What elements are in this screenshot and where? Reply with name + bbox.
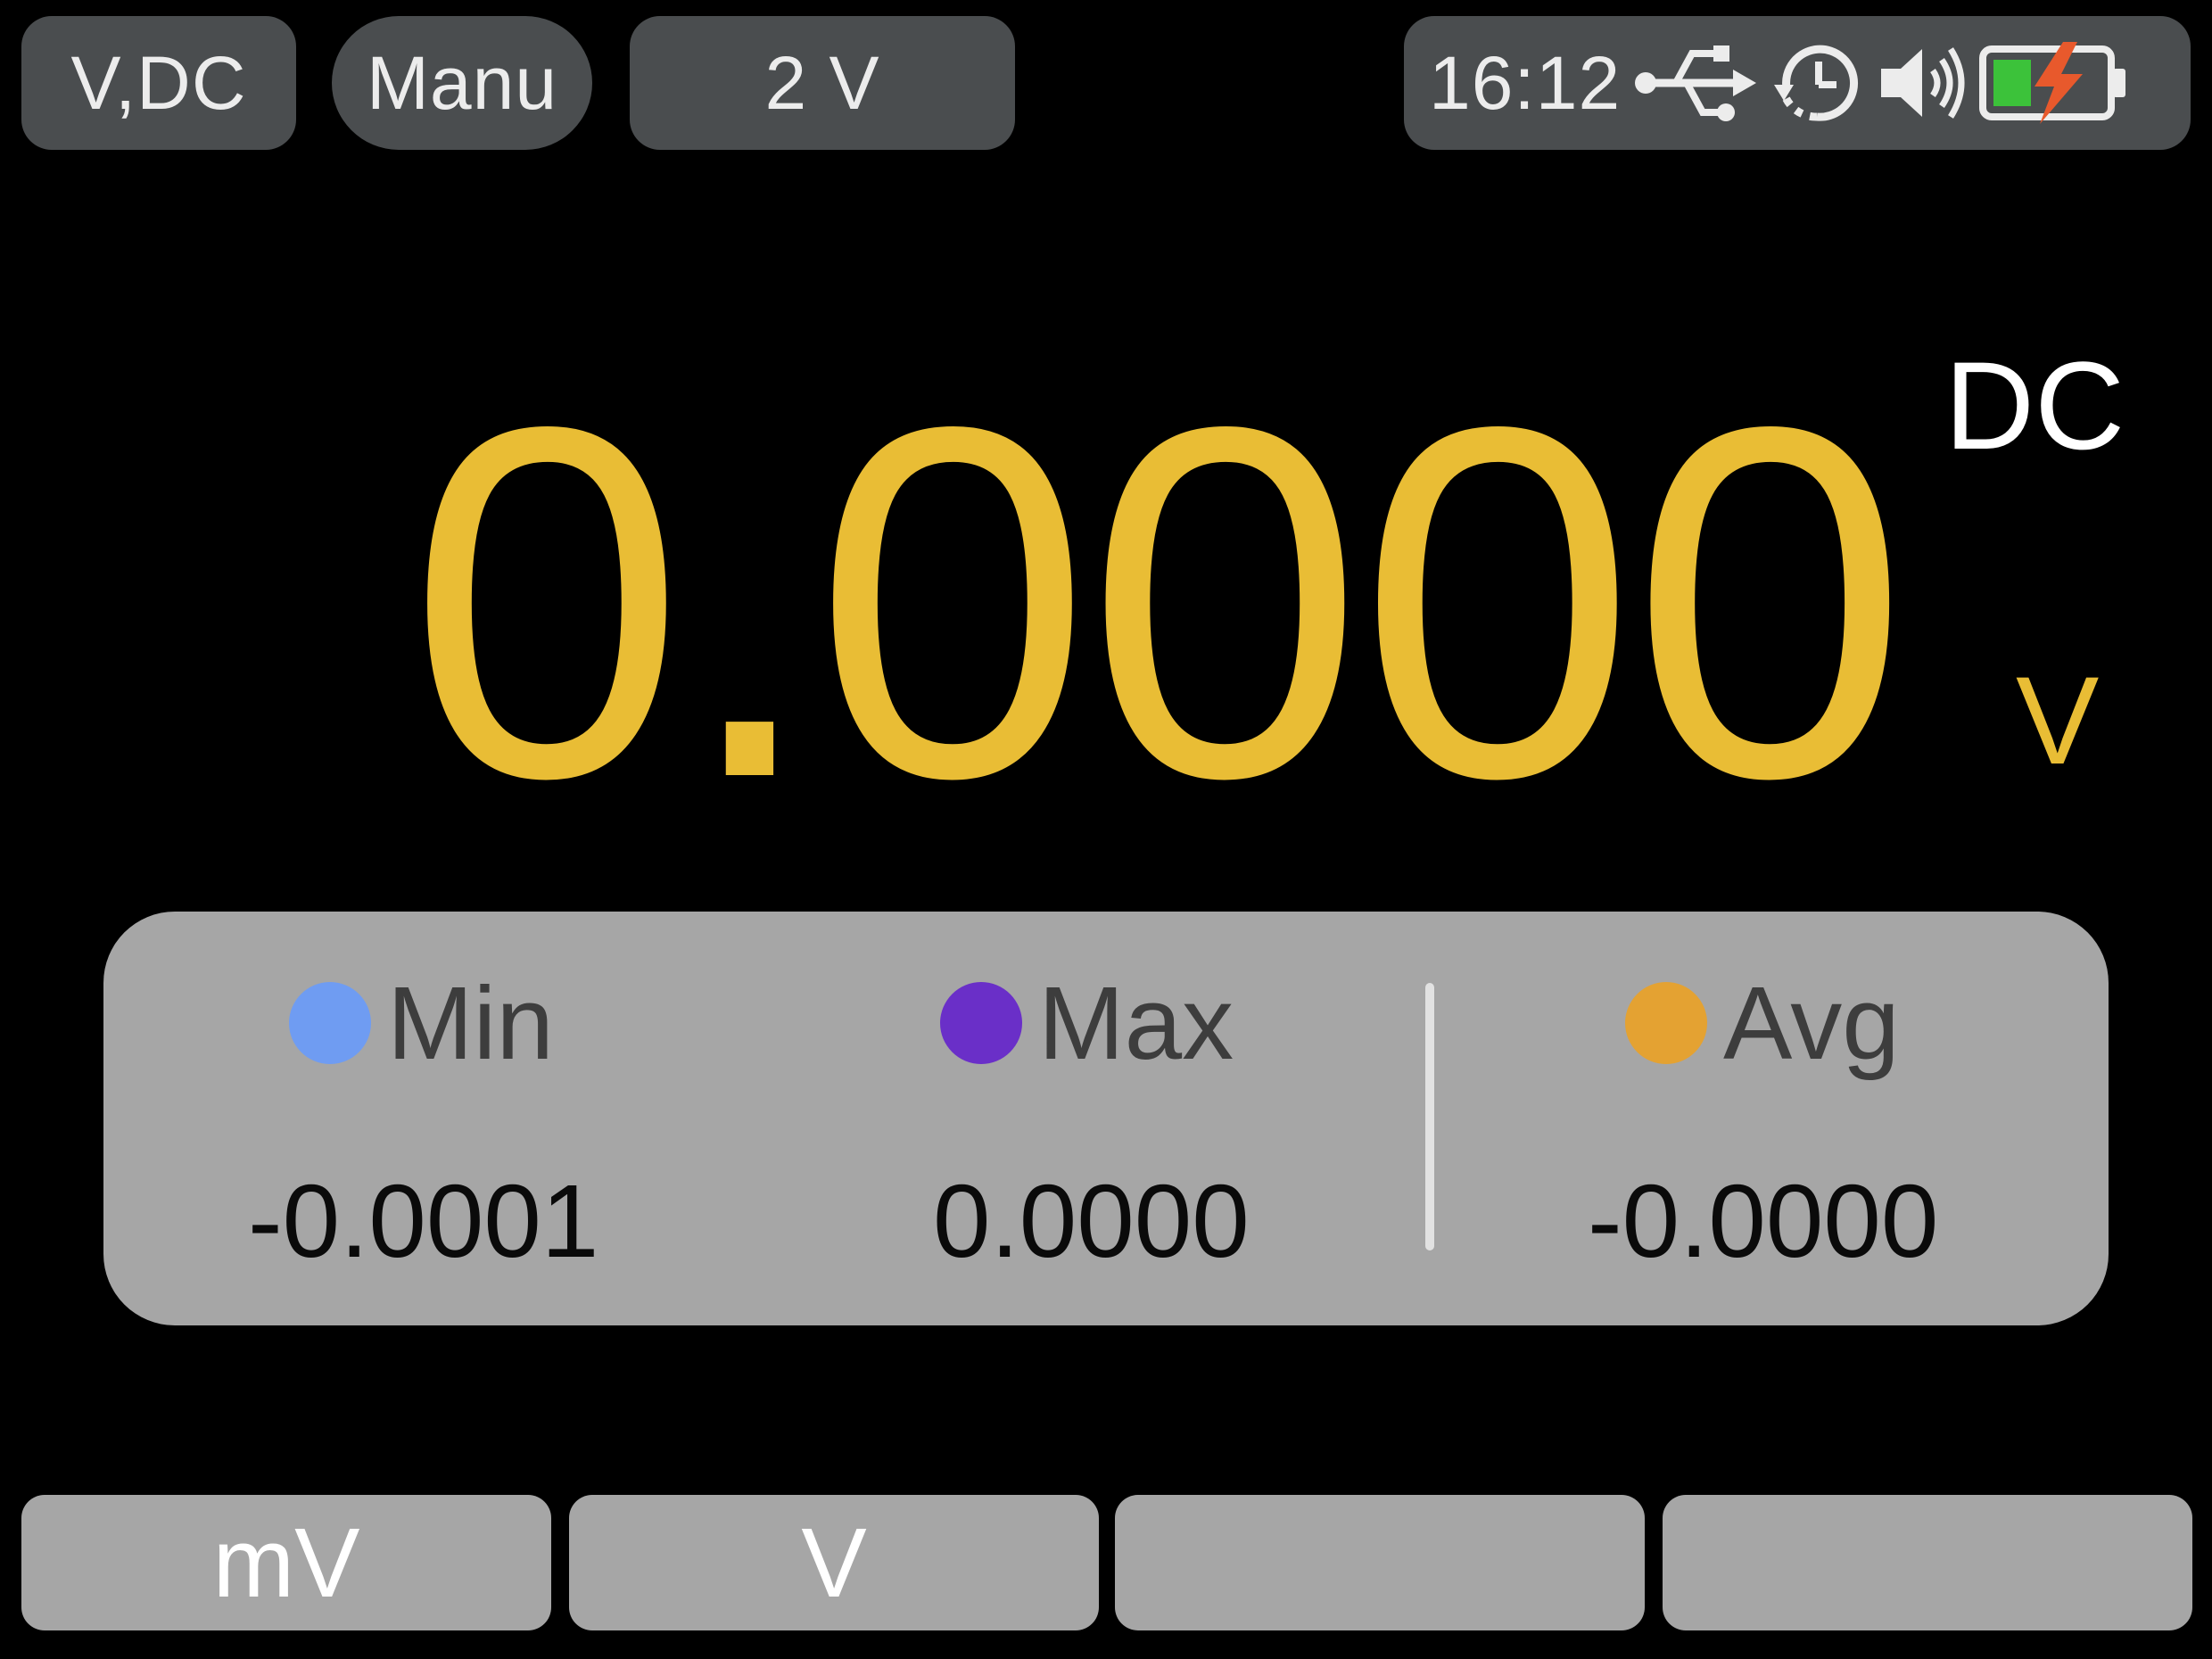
usb-icon [1633,34,1767,132]
avg-indicator-dot [1625,982,1707,1064]
status-bar: 16:12 [1404,16,2191,150]
stat-max-label: Max [1038,965,1234,1081]
min-indicator-dot [289,982,371,1064]
stat-max-header: Max [940,963,1234,1083]
speaker-icon [1876,38,1977,128]
auto-power-off-timer-icon [1767,33,1876,133]
softkey-4[interactable] [1663,1495,2192,1630]
main-reading-value: 0.0000 [408,323,1909,881]
clock-time: 16:12 [1429,40,1622,125]
range-mode-label: Manu [366,40,558,125]
stat-avg-label: Avg [1723,965,1900,1081]
stat-max-value: 0.0000 [933,1163,1250,1279]
range-label: 2 V [764,40,880,125]
stat-min-header: Min [289,963,554,1083]
coupling-label: DC [1944,335,2125,475]
range-button[interactable]: 2 V [630,16,1015,150]
softkey-v-label: V [801,1507,867,1618]
stat-min-value: -0.0001 [248,1163,599,1279]
max-indicator-dot [940,982,1022,1064]
softkey-3[interactable] [1115,1495,1645,1630]
softkey-mv[interactable]: mV [21,1495,551,1630]
stats-divider [1425,983,1434,1250]
measurement-mode-label: V,DC [70,40,247,125]
range-mode-button[interactable]: Manu [332,16,592,150]
stat-avg-value: -0.0000 [1588,1163,1939,1279]
stat-min-label: Min [387,965,554,1081]
softkey-mv-label: mV [212,1507,360,1618]
battery-charging-icon [1977,40,2138,126]
measurement-mode-button[interactable]: V,DC [21,16,296,150]
softkey-v[interactable]: V [569,1495,1099,1630]
stat-avg-header: Avg [1625,963,1900,1083]
statistics-panel[interactable]: Min -0.0001 Max 0.0000 Avg -0.0000 [103,912,2109,1325]
unit-label: V [2016,650,2100,790]
